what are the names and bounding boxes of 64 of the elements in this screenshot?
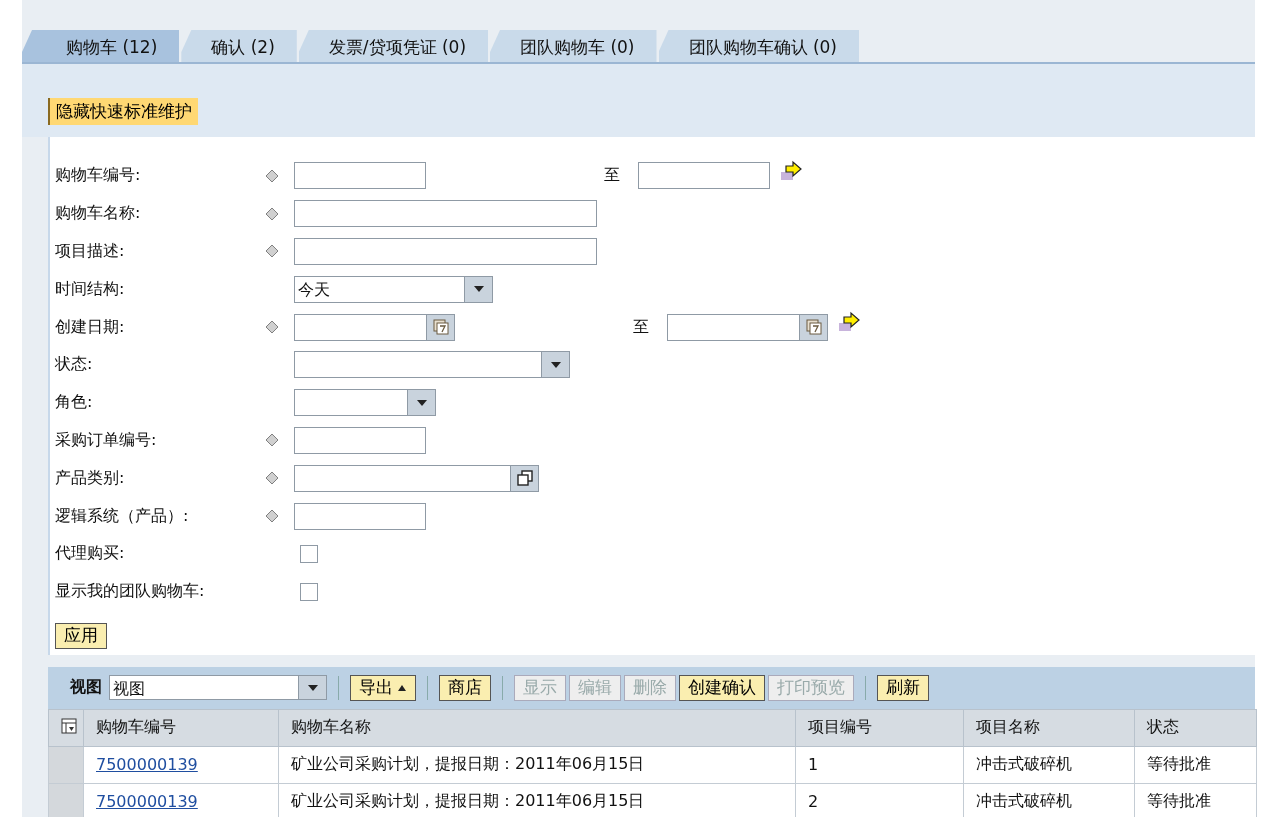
- calendar-icon: [805, 319, 822, 336]
- caret-down-icon: [472, 285, 485, 294]
- column-header[interactable]: 项目编号: [795, 709, 964, 747]
- date-field[interactable]: [294, 313, 455, 341]
- checkbox[interactable]: [300, 582, 318, 601]
- field-label: 项目描述:: [55, 241, 126, 262]
- field-label: 角色:: [55, 392, 94, 414]
- calendar-icon: [432, 319, 449, 336]
- arrow-right-icon: [838, 311, 862, 334]
- field-label: 采购订单编号:: [55, 429, 158, 451]
- toolbar-button[interactable]: 刷新: [877, 674, 929, 701]
- table-cell: 等待批准: [1134, 783, 1257, 817]
- dropdown[interactable]: [294, 389, 436, 417]
- dropdown[interactable]: [294, 351, 570, 379]
- input-field[interactable]: [294, 502, 426, 530]
- toolbar-button[interactable]: 商店: [439, 674, 491, 701]
- to-label: 至: [604, 165, 621, 187]
- field-label: 逻辑系统（产品）:: [55, 505, 190, 527]
- column-header[interactable]: 购物车编号: [83, 709, 279, 747]
- hide-criteria-button[interactable]: 隐藏快速标准维护: [48, 98, 198, 125]
- dropdown[interactable]: 今天: [294, 275, 493, 303]
- input-field[interactable]: [638, 162, 770, 190]
- field-label: 状态:: [55, 354, 94, 376]
- input-field[interactable]: [294, 200, 597, 228]
- checkbox[interactable]: [300, 544, 318, 563]
- view-label: 视图: [70, 677, 102, 699]
- field-label: 购物车编号:: [55, 165, 142, 187]
- table-cell: 矿业公司采购计划，提报日期：2011年06月15日: [278, 783, 796, 817]
- caret-down-icon: [306, 683, 319, 692]
- view-dropdown[interactable]: 视图: [109, 675, 327, 701]
- tab[interactable]: 确认 (2): [181, 30, 297, 62]
- field-label: 创建日期:: [55, 316, 126, 338]
- table-cell: 冲击式破碎机: [963, 783, 1135, 817]
- field-label: 代理购买:: [55, 543, 126, 565]
- arrow-right-icon: [780, 159, 804, 182]
- input-field[interactable]: [294, 426, 426, 454]
- column-header[interactable]: 购物车名称: [278, 709, 796, 747]
- table-cell: 2: [795, 783, 964, 817]
- table-cell: 矿业公司采购计划，提报日期：2011年06月15日: [278, 746, 796, 784]
- table-cell: 冲击式破碎机: [963, 746, 1135, 784]
- value-help-field[interactable]: [294, 464, 539, 492]
- column-header[interactable]: 状态: [1134, 709, 1257, 747]
- column-header[interactable]: 项目名称: [963, 709, 1135, 747]
- tab[interactable]: 购物车 (12): [22, 30, 180, 62]
- caret-down-icon: [415, 398, 428, 407]
- tab[interactable]: 团队购物车 (0): [490, 30, 657, 62]
- date-field[interactable]: [667, 313, 828, 341]
- table-settings-icon: [61, 717, 77, 734]
- copy-icon: [516, 470, 533, 487]
- input-field[interactable]: [294, 162, 426, 190]
- input-field[interactable]: [294, 238, 597, 265]
- toolbar-button[interactable]: 创建确认: [679, 674, 765, 701]
- tab[interactable]: 团队购物车确认 (0): [658, 30, 859, 62]
- apply-button[interactable]: 应用: [55, 622, 107, 649]
- tab[interactable]: 发票/贷项凭证 (0): [298, 30, 488, 62]
- table-cell: 等待批准: [1134, 746, 1257, 784]
- to-label: 至: [633, 316, 650, 338]
- field-label: 产品类别:: [55, 467, 126, 489]
- caret-down-icon: [549, 360, 562, 369]
- field-label: 购物车名称:: [55, 203, 142, 225]
- toolbar-button[interactable]: 导出: [350, 674, 416, 701]
- field-label: 时间结构:: [55, 278, 126, 300]
- table-cell: 1: [795, 746, 964, 784]
- field-label: 显示我的团队购物车:: [55, 581, 206, 603]
